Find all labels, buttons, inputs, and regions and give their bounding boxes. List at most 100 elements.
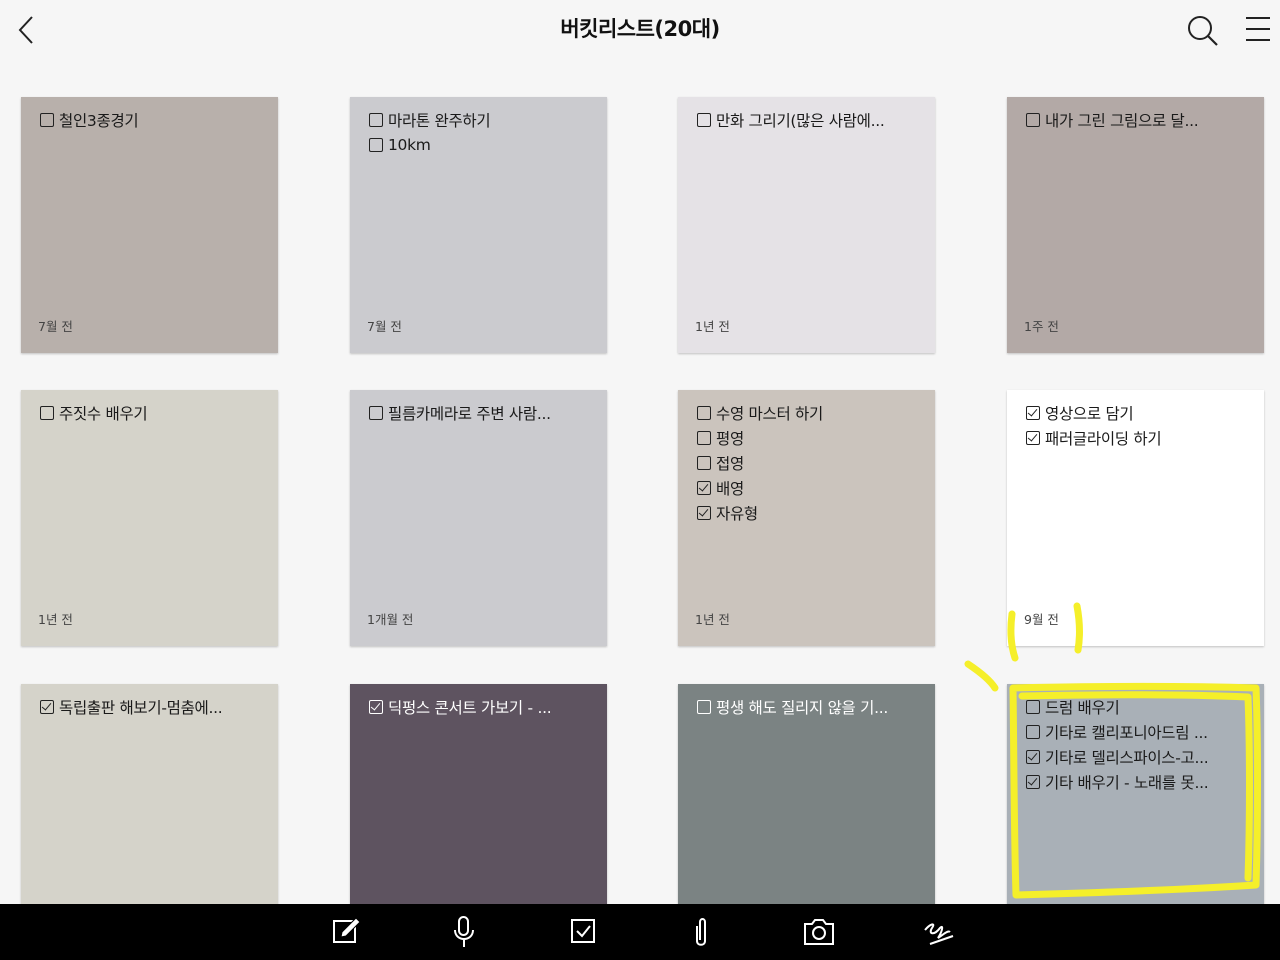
checklist-item: 기타로 델리스파이스-고... — [1026, 744, 1250, 769]
note-card[interactable]: 주짓수 배우기 1년 전 — [21, 390, 278, 646]
checklist-item: 배영 — [697, 475, 921, 500]
checked-checkbox-icon[interactable] — [1026, 774, 1040, 789]
checklist: 수영 마스터 하기평영접영배영자유형 — [697, 400, 921, 525]
checklist: 독립출판 해보기-멈춤에... — [40, 694, 264, 719]
note-timestamp: 1주 전 — [1024, 319, 1059, 334]
camera-icon — [804, 919, 834, 945]
checklist-item: 주짓수 배우기 — [40, 400, 264, 425]
checkbox-icon[interactable] — [40, 405, 54, 420]
checklist: 딕펑스 콘서트 가보기 - ... — [369, 694, 593, 719]
checklist-item: 영상으로 담기 — [1026, 400, 1250, 425]
note-card[interactable]: 만화 그리기(많은 사람에... 1년 전 — [678, 97, 935, 353]
note-card[interactable]: 필름카메라로 주변 사람... 1개월 전 — [350, 390, 607, 646]
checked-checkbox-icon[interactable] — [1026, 749, 1040, 764]
checklist-item-text: 주짓수 배우기 — [59, 404, 148, 423]
checklist: 필름카메라로 주변 사람... — [369, 400, 593, 425]
checklist: 만화 그리기(많은 사람에... — [697, 107, 921, 132]
checkbox-icon[interactable] — [369, 112, 383, 127]
checkbox-icon[interactable] — [697, 699, 711, 714]
checklist-item-text: 접영 — [716, 454, 744, 473]
note-card[interactable]: 영상으로 담기패러글라이딩 하기 9월 전 — [1007, 390, 1264, 646]
checklist-item: 딕펑스 콘서트 가보기 - ... — [369, 694, 593, 719]
checkbox-icon[interactable] — [40, 112, 54, 127]
note-timestamp: 1년 전 — [38, 612, 73, 627]
checklist-item-text: 패러글라이딩 하기 — [1045, 429, 1162, 448]
checklist-item-text: 만화 그리기(많은 사람에... — [716, 111, 885, 130]
checklist-item: 기타 배우기 - 노래를 못... — [1026, 769, 1250, 794]
compose-icon — [333, 917, 361, 943]
note-timestamp: 7월 전 — [38, 319, 73, 334]
checklist-item: 10km — [369, 132, 593, 157]
checklist: 평생 해도 질리지 않을 기... — [697, 694, 921, 719]
note-card[interactable]: 수영 마스터 하기평영접영배영자유형 1년 전 — [678, 390, 935, 646]
checklist-item-text: 영상으로 담기 — [1045, 404, 1134, 423]
checked-checkbox-icon[interactable] — [369, 699, 383, 714]
checklist-item-text: 마라톤 완주하기 — [388, 111, 491, 130]
note-card[interactable]: 독립출판 해보기-멈춤에... — [21, 684, 278, 904]
checklist-item-text: 평생 해도 질리지 않을 기... — [716, 698, 888, 717]
note-timestamp: 1년 전 — [695, 319, 730, 334]
checkbox-icon[interactable] — [697, 430, 711, 445]
checked-checkbox-icon[interactable] — [40, 699, 54, 714]
note-timestamp: 1개월 전 — [367, 612, 414, 627]
checklist-item: 평영 — [697, 425, 921, 450]
checklist-item: 내가 그린 그림으로 달... — [1026, 107, 1250, 132]
checklist-item-text: 자유형 — [716, 504, 758, 523]
note-card[interactable]: 내가 그린 그림으로 달... 1주 전 — [1007, 97, 1264, 353]
checkbox-icon[interactable] — [369, 405, 383, 420]
checklist: 주짓수 배우기 — [40, 400, 264, 425]
attach-file-button[interactable] — [683, 916, 719, 948]
checklist-item-text: 드럼 배우기 — [1045, 698, 1120, 717]
checklist-item-text: 평영 — [716, 429, 744, 448]
note-card[interactable]: 마라톤 완주하기 10km 7월 전 — [350, 97, 607, 353]
notes-grid: 철인3종경기 7월 전 마라톤 완주하기 10km 7월 전 만화 그리기(많은 사람에.… — [0, 0, 1280, 904]
checklist-item: 드럼 배우기 — [1026, 694, 1250, 719]
checklist-item: 마라톤 완주하기 — [369, 107, 593, 132]
checkbox-icon[interactable] — [1026, 699, 1040, 714]
checklist-item: 접영 — [697, 450, 921, 475]
checkbox-icon[interactable] — [369, 137, 383, 152]
voice-record-button[interactable] — [446, 916, 482, 948]
checklist-item-text: 수영 마스터 하기 — [716, 404, 823, 423]
checkbox-icon[interactable] — [1026, 724, 1040, 739]
checked-checkbox-icon[interactable] — [697, 505, 711, 520]
compose-button[interactable] — [328, 916, 364, 948]
checklist-button[interactable] — [565, 916, 601, 948]
note-timestamp: 9월 전 — [1024, 612, 1059, 627]
checklist-item-text: 내가 그린 그림으로 달... — [1045, 111, 1199, 130]
checklist: 철인3종경기 — [40, 107, 264, 132]
checklist-item-text: 배영 — [716, 479, 744, 498]
checklist: 내가 그린 그림으로 달... — [1026, 107, 1250, 132]
note-card[interactable]: 평생 해도 질리지 않을 기... — [678, 684, 935, 904]
checkbox-icon[interactable] — [697, 112, 711, 127]
checklist: 마라톤 완주하기 10km — [369, 107, 593, 157]
handwriting-button[interactable] — [920, 916, 956, 948]
note-card[interactable]: 딕펑스 콘서트 가보기 - ... — [350, 684, 607, 904]
checkbox-icon[interactable] — [1026, 112, 1040, 127]
checkbox-icon — [571, 919, 595, 943]
checklist-item: 필름카메라로 주변 사람... — [369, 400, 593, 425]
note-card[interactable]: 드럼 배우기기타로 캘리포니아드림 ... 기타로 델리스파이스-고... 기타 배… — [1007, 684, 1264, 904]
checklist-item-text: 기타로 델리스파이스-고... — [1045, 748, 1209, 767]
checkbox-icon[interactable] — [697, 455, 711, 470]
checked-checkbox-icon[interactable] — [1026, 430, 1040, 445]
checked-checkbox-icon[interactable] — [697, 480, 711, 495]
checklist-item: 독립출판 해보기-멈춤에... — [40, 694, 264, 719]
checklist-item: 수영 마스터 하기 — [697, 400, 921, 425]
checklist-item-text: 딕펑스 콘서트 가보기 - ... — [388, 698, 552, 717]
checked-checkbox-icon[interactable] — [1026, 405, 1040, 420]
note-card[interactable]: 철인3종경기 7월 전 — [21, 97, 278, 353]
checklist-item-text: 필름카메라로 주변 사람... — [388, 404, 551, 423]
checklist-item: 기타로 캘리포니아드림 ... — [1026, 719, 1250, 744]
note-timestamp: 1년 전 — [695, 612, 730, 627]
checklist-item-text: 철인3종경기 — [59, 111, 139, 130]
checklist-item: 만화 그리기(많은 사람에... — [697, 107, 921, 132]
paperclip-icon — [696, 918, 706, 946]
note-timestamp: 7월 전 — [367, 319, 402, 334]
bottom-toolbar — [0, 904, 1280, 960]
checklist-item: 패러글라이딩 하기 — [1026, 425, 1250, 450]
camera-button[interactable] — [801, 916, 837, 948]
checkbox-icon[interactable] — [697, 405, 711, 420]
checklist-item-text: 기타 배우기 - 노래를 못... — [1045, 773, 1209, 792]
microphone-icon — [454, 916, 474, 947]
